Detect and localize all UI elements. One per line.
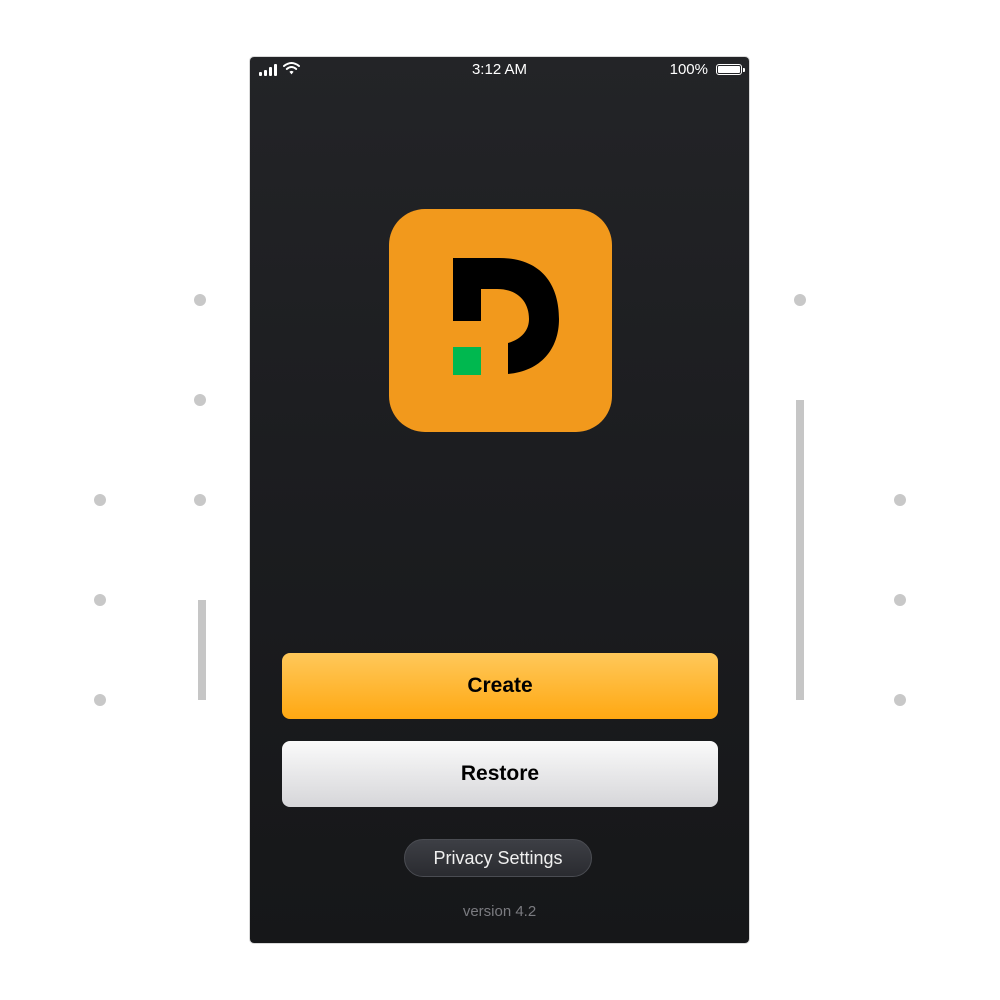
decorative-bar	[796, 400, 804, 700]
status-bar: 3:12 AM 100%	[250, 57, 749, 83]
version-label: version 4.2	[462, 903, 537, 920]
phone-screen: 3:12 AM 100% Create Restore Privacy Sett…	[250, 57, 749, 943]
decorative-dot	[894, 494, 906, 506]
create-button[interactable]: Create	[282, 653, 718, 719]
decorative-dot	[94, 494, 106, 506]
battery-level	[718, 66, 740, 73]
app-logo-icon	[389, 209, 612, 432]
battery-icon	[716, 64, 745, 75]
decorative-dot	[94, 594, 106, 606]
decorative-bar	[198, 600, 206, 700]
decorative-dot	[194, 294, 206, 306]
decorative-dot	[894, 694, 906, 706]
decorative-dot	[194, 494, 206, 506]
decorative-dot	[794, 294, 806, 306]
decorative-dot	[894, 594, 906, 606]
battery-percentage: 100%	[669, 61, 708, 78]
decorative-dot	[194, 394, 206, 406]
privacy-settings-button[interactable]: Privacy Settings	[404, 839, 592, 877]
decorative-dot	[94, 694, 106, 706]
restore-button[interactable]: Restore	[282, 741, 718, 807]
